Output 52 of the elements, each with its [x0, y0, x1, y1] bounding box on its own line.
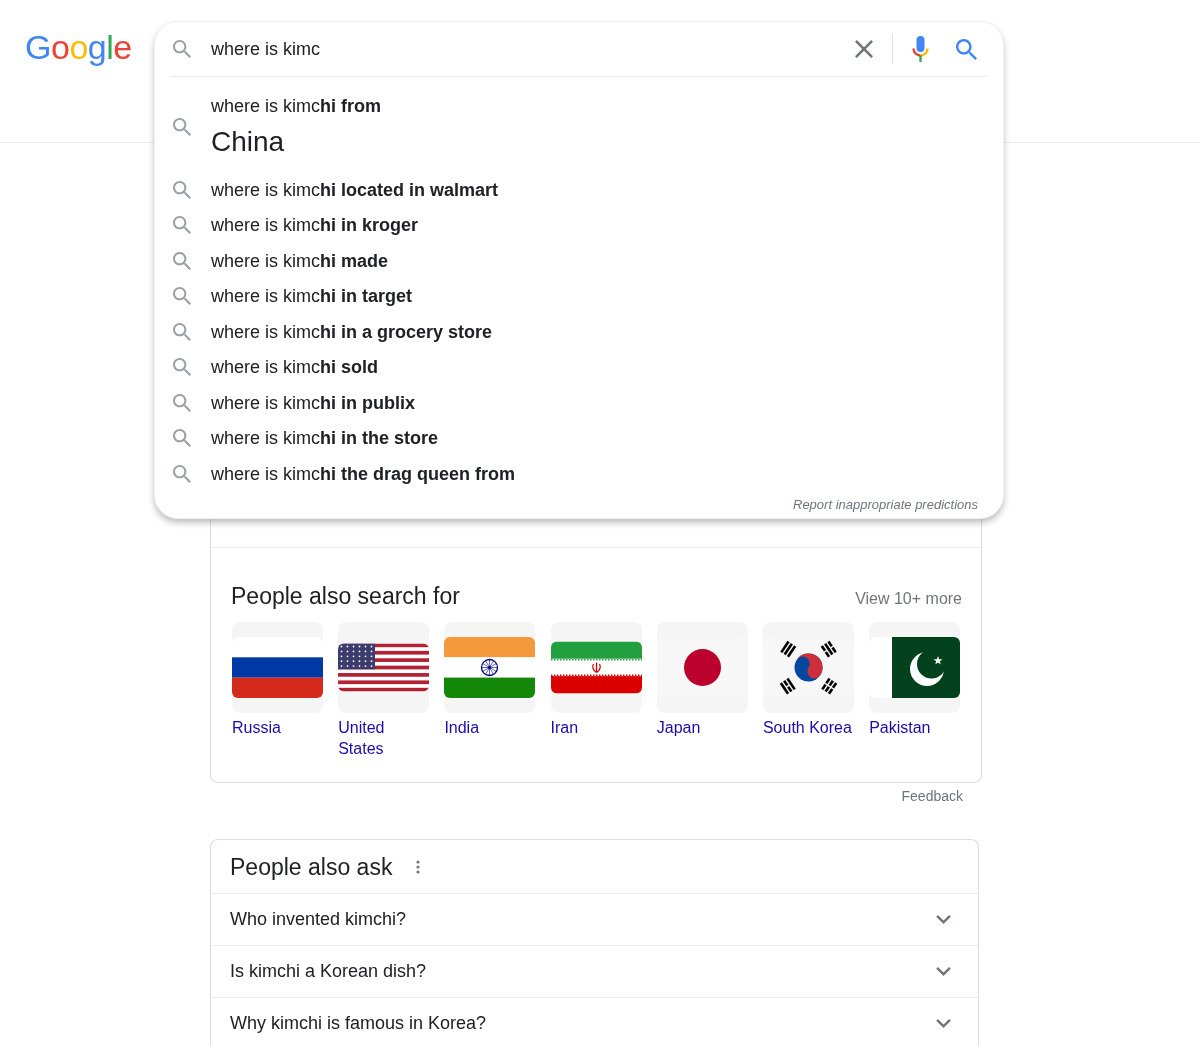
flag-icon [656, 622, 748, 713]
search-icon [173, 180, 191, 199]
question-accordion[interactable]: Is kimchi a Korean dish? [211, 945, 978, 997]
search-icon [173, 464, 191, 483]
suggestion-item[interactable]: where is kimchi located in walmart [155, 172, 1003, 208]
related-search-link[interactable]: Pakistan [869, 622, 962, 759]
search-icon [173, 40, 191, 58]
flag-icon [338, 622, 430, 713]
search-icon[interactable] [956, 38, 977, 60]
flag-icon [869, 622, 961, 713]
search-icon [173, 251, 191, 270]
section-heading: People also ask [230, 852, 393, 881]
suggestion-item[interactable]: where is kimchi from China [155, 81, 1003, 172]
question-accordion[interactable]: Why kimchi is famous in Korea? [211, 997, 978, 1046]
flag-icon [444, 622, 536, 713]
search-icon [173, 358, 191, 377]
suggestion-item[interactable]: where is kimchi in target [155, 278, 1003, 314]
view-more-link[interactable]: View 10+ more [855, 587, 962, 611]
flag-icon [232, 622, 323, 713]
suggestion-item[interactable]: where is kimchi in kroger [155, 207, 1003, 243]
related-search-link[interactable]: Russia [232, 622, 325, 759]
flag-icon [550, 622, 642, 713]
chevron-down-icon[interactable] [936, 1019, 951, 1028]
question-accordion[interactable]: Who invented kimchi? [211, 893, 978, 945]
more-options-icon[interactable] [416, 859, 421, 874]
search-icon [173, 393, 191, 412]
suggestion-item[interactable]: where is kimchi in the store [155, 420, 1003, 456]
logo[interactable]: Google [25, 27, 132, 67]
related-search-link[interactable]: United States [338, 622, 432, 759]
microphone-icon[interactable] [912, 36, 929, 62]
suggestion-item[interactable]: where is kimchi in a grocery store [155, 314, 1003, 350]
related-search-link[interactable]: India [444, 622, 538, 759]
chevron-down-icon[interactable] [936, 967, 951, 976]
suggestion-item[interactable]: where is kimchi in publix [155, 385, 1003, 421]
search-icon [173, 322, 191, 341]
suggestion-item[interactable]: where is kimchi made [155, 243, 1003, 279]
flag-icon [762, 622, 854, 713]
related-search-link[interactable]: Japan [656, 622, 750, 759]
search-field[interactable]: where is kimc [211, 35, 843, 63]
suggestion-item[interactable]: where is kimchi the drag queen from [155, 456, 1003, 492]
search-icon [173, 216, 191, 235]
close-icon[interactable] [855, 40, 873, 58]
suggestion-item[interactable]: where is kimchi sold [155, 349, 1003, 385]
search-icon [173, 287, 191, 306]
section-heading: People also search for [231, 582, 460, 610]
feedback-link[interactable]: Feedback [901, 788, 963, 804]
related-search-link[interactable]: South Korea [762, 622, 856, 759]
related-search-link[interactable]: Iran [550, 622, 644, 759]
report-link[interactable]: Report inappropriate predictions [793, 496, 978, 512]
chevron-down-icon[interactable] [936, 915, 951, 924]
search-icon [173, 118, 191, 136]
search-icon [173, 429, 191, 448]
